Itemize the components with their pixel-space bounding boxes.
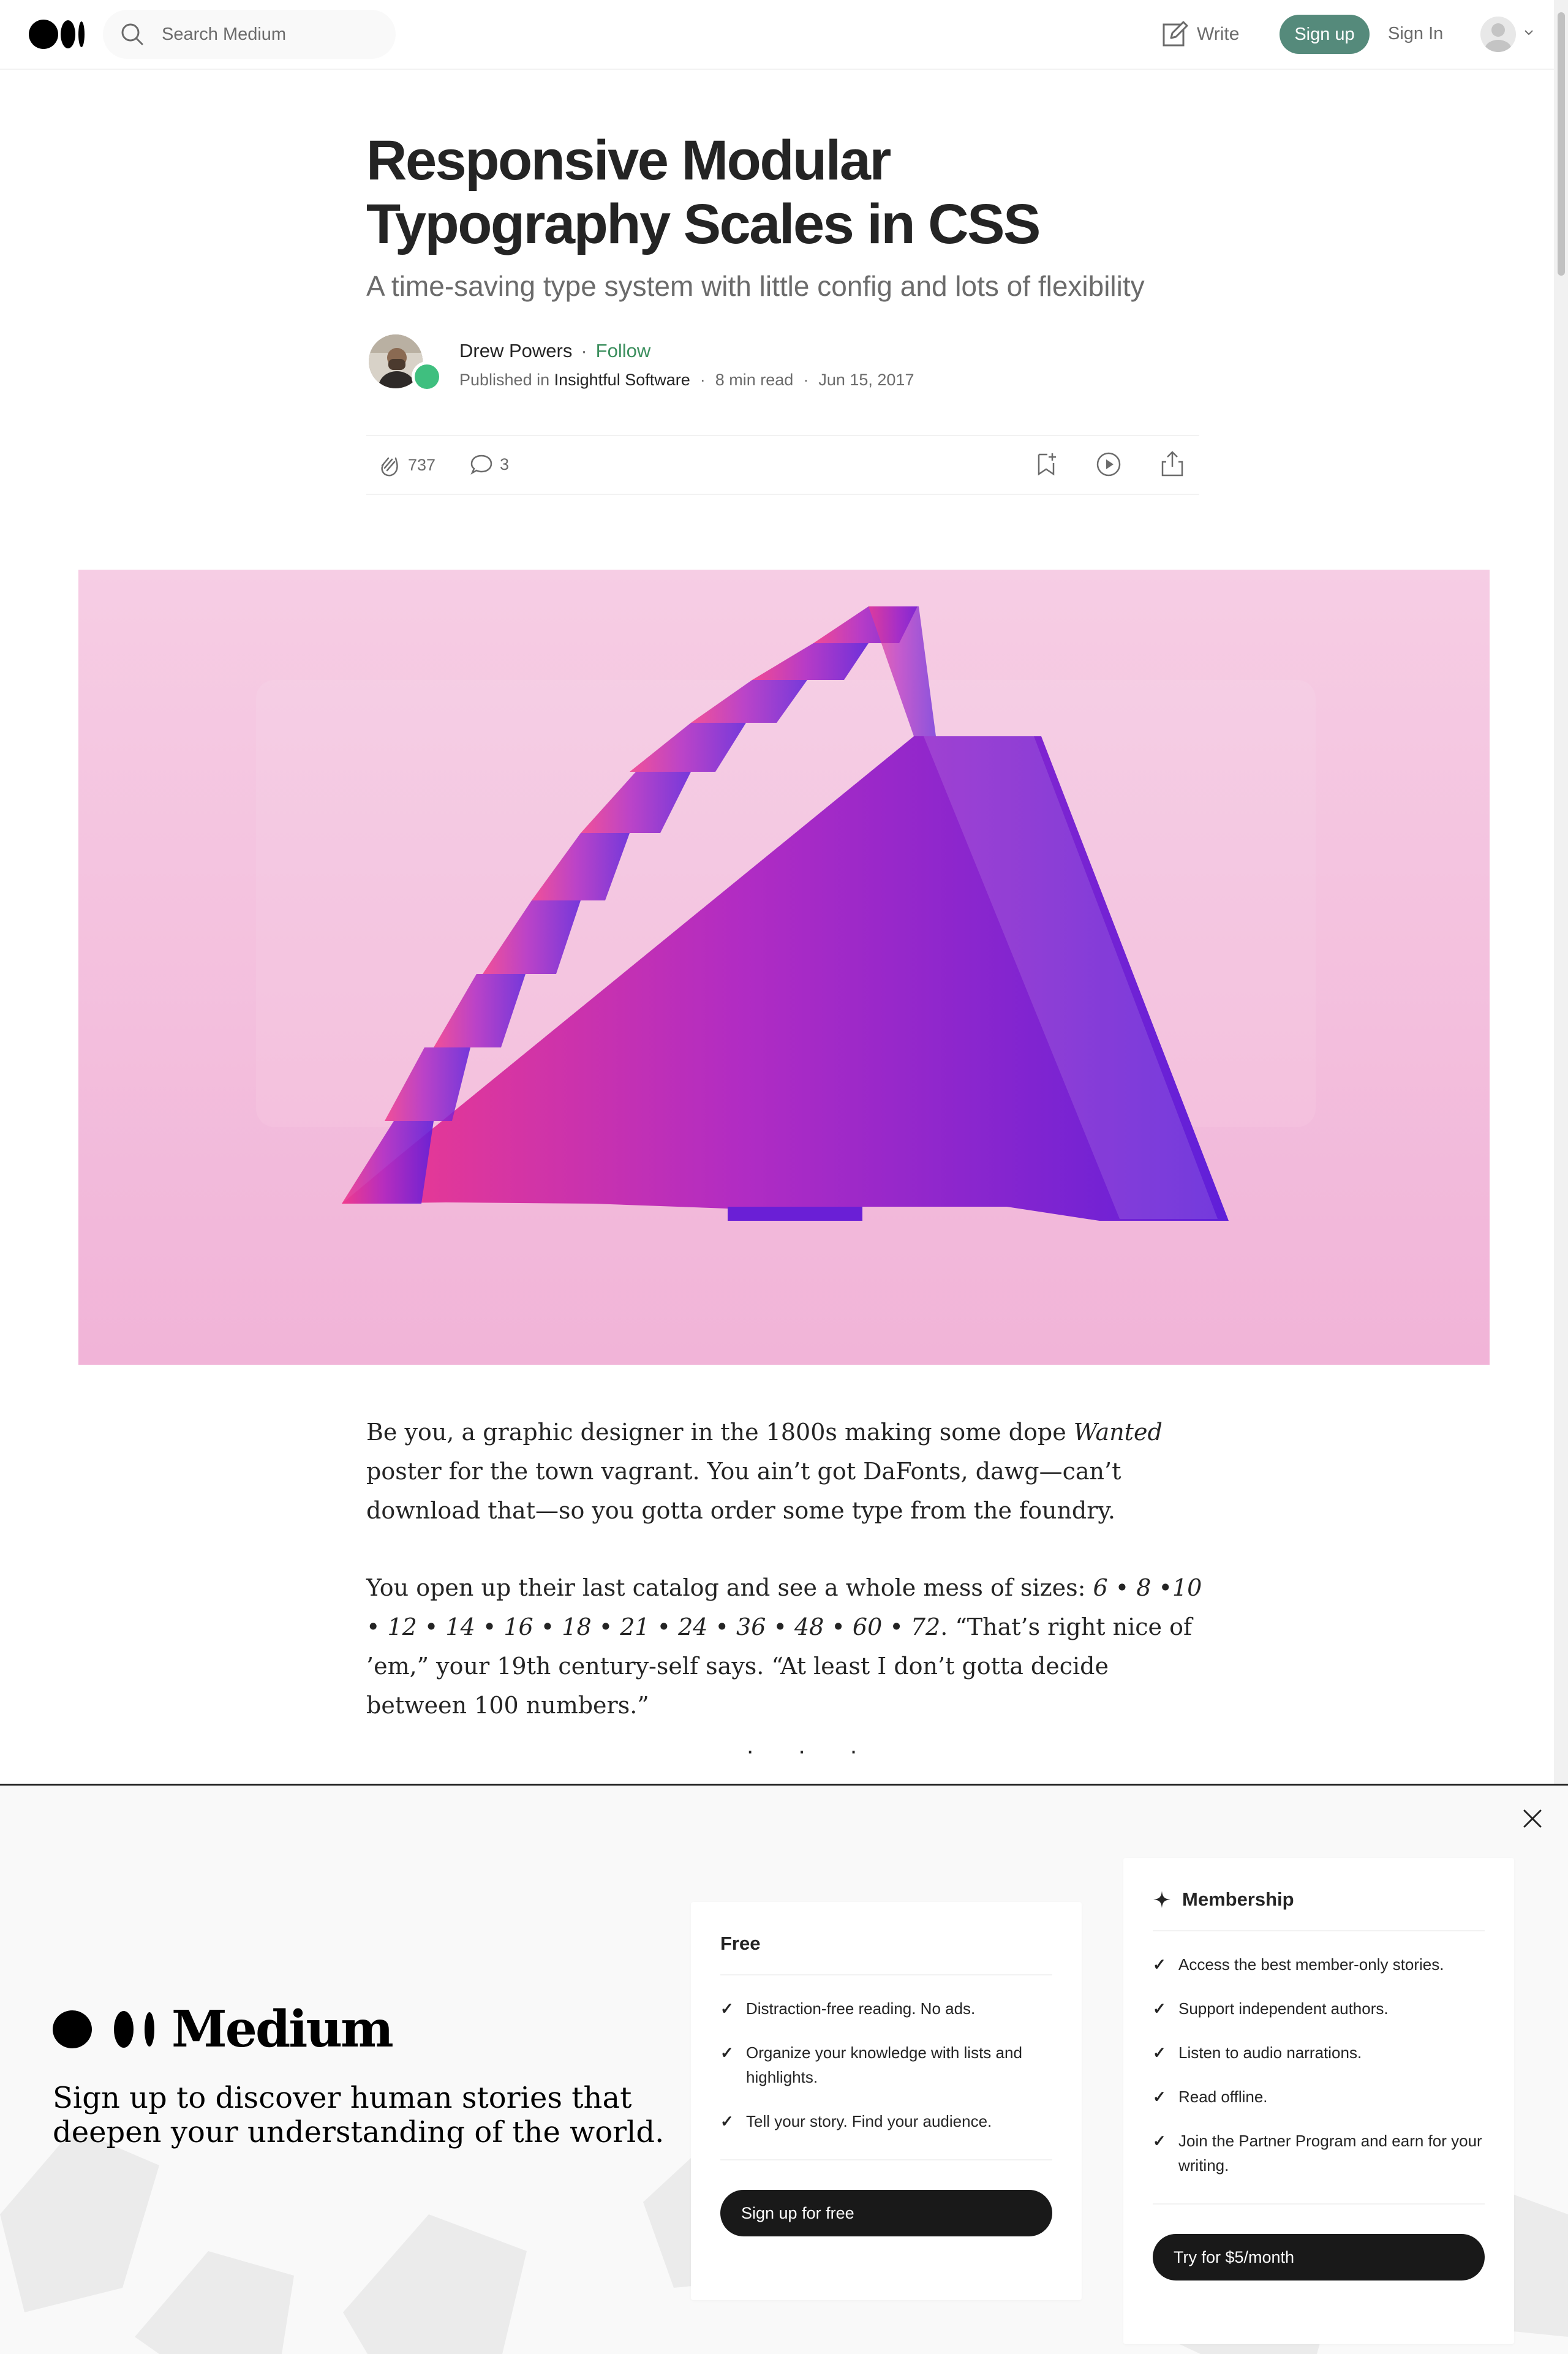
article-action-bar: 737 3 (366, 435, 1199, 495)
responses-button[interactable]: 3 (469, 452, 509, 477)
membership-feature: ✓ Read offline. (1153, 2084, 1485, 2109)
clap-button[interactable]: 737 (376, 452, 435, 478)
try-membership-button[interactable]: Try for $5/month (1153, 2234, 1485, 2280)
membership-feature: ✓ Access the best member-only stories. (1153, 1952, 1485, 1977)
chevron-down-icon[interactable] (1523, 28, 1534, 37)
feature-text: Support independent authors. (1178, 1999, 1389, 2018)
signup-button[interactable]: Sign up (1280, 15, 1370, 54)
membership-plan-title: Membership (1182, 1888, 1294, 1910)
feature-text: Access the best member-only stories. (1178, 1955, 1444, 1974)
check-icon: ✓ (1153, 2043, 1166, 2062)
separator-dot: · (581, 340, 587, 361)
signup-overlay: Medium Sign up to discover human stories… (0, 1784, 1568, 2354)
paragraph-text: You open up their last catalog and see a… (366, 1574, 1093, 1601)
feature-text: Read offline. (1178, 2088, 1268, 2106)
separator-dot: · (803, 371, 809, 389)
publication-logo-icon (415, 364, 439, 389)
paragraph-emphasis: Wanted (1073, 1419, 1163, 1446)
check-icon: ✓ (1153, 2088, 1166, 2106)
scrollbar-thumb[interactable] (1558, 12, 1565, 276)
free-feature: ✓ Tell your story. Find your audience. (720, 2109, 1052, 2133)
free-plan-card: Free ✓ Distraction-free reading. No ads. … (691, 1902, 1082, 2300)
medium-brand: Medium (53, 2000, 394, 2059)
separator-dot: · (699, 371, 706, 389)
clap-count: 737 (408, 455, 436, 474)
close-icon[interactable] (1521, 1807, 1544, 1830)
membership-feature: ✓ Listen to audio narrations. (1153, 2040, 1485, 2065)
article-title: Responsive Modular Typography Scales in … (366, 129, 1041, 255)
check-icon: ✓ (720, 2112, 734, 2130)
author-name[interactable]: Drew Powers (459, 340, 572, 362)
clap-icon (381, 457, 398, 477)
membership-plan-card: Membership ✓ Access the best member-only … (1123, 1858, 1514, 2344)
feature-text: Organize your knowledge with lists and h… (746, 2043, 1022, 2086)
free-plan-title: Free (720, 1933, 761, 1954)
check-icon: ✓ (720, 1999, 734, 2018)
bookmark-add-icon[interactable] (1033, 451, 1060, 478)
feature-text: Join the Partner Program and earn for yo… (1178, 2132, 1482, 2175)
feature-text: Tell your story. Find your audience. (746, 2112, 992, 2130)
check-icon: ✓ (720, 2043, 734, 2062)
free-feature: ✓ Distraction-free reading. No ads. (720, 1996, 1052, 2021)
write-icon (1163, 21, 1188, 47)
divider (720, 1974, 1052, 1975)
divider (1153, 1930, 1485, 1931)
author-line: Drew Powers · Follow (459, 340, 650, 362)
stacked-letter-a-illustration (78, 570, 1490, 1365)
share-icon[interactable] (1159, 450, 1186, 478)
hero-image (78, 570, 1490, 1365)
feature-text: Distraction-free reading. No ads. (746, 1999, 976, 2018)
search-bar[interactable]: Search Medium (103, 10, 396, 59)
user-avatar[interactable] (1480, 17, 1516, 52)
check-icon: ✓ (1153, 2132, 1166, 2150)
signup-free-button[interactable]: Sign up for free (720, 2190, 1052, 2236)
membership-title-row: Membership (1153, 1888, 1294, 1911)
brand-wordmark: Medium (172, 2000, 394, 2059)
search-input[interactable]: Search Medium (162, 25, 286, 45)
publication-badge[interactable] (412, 361, 442, 392)
check-icon: ✓ (1153, 1999, 1166, 2018)
medium-logo-icon[interactable] (29, 19, 85, 50)
paragraph-text: poster for the town vagrant. You ain’t g… (366, 1458, 1121, 1524)
paragraph-text: Be you, a graphic designer in the 1800s … (366, 1419, 1074, 1446)
article-subtitle: A time-saving type system with little co… (366, 270, 1145, 302)
signin-link[interactable]: Sign In (1388, 24, 1443, 44)
membership-feature: ✓ Support independent authors. (1153, 1996, 1485, 2021)
user-silhouette-icon (1485, 23, 1512, 52)
membership-feature: ✓ Join the Partner Program and earn for y… (1153, 2129, 1485, 2178)
divider (720, 2159, 1052, 2160)
write-button[interactable]: Write (1161, 18, 1239, 50)
search-icon (121, 23, 143, 45)
write-label: Write (1197, 24, 1240, 44)
body-paragraph-2: You open up their last catalog and see a… (366, 1568, 1205, 1725)
publish-date: Jun 15, 2017 (818, 371, 914, 389)
sparkle-icon (1153, 1891, 1170, 1908)
publication-link[interactable]: Insightful Software (554, 371, 690, 389)
body-paragraph-1: Be you, a graphic designer in the 1800s … (366, 1413, 1205, 1530)
follow-button[interactable]: Follow (596, 340, 651, 362)
read-time: 8 min read (715, 371, 794, 389)
article-meta: Published in Insightful Software · 8 min… (459, 371, 914, 390)
signup-tagline: Sign up to discover human stories that d… (53, 2081, 665, 2149)
response-count: 3 (500, 455, 510, 473)
published-in-label: Published in (459, 371, 550, 389)
top-navigation-bar: Search Medium Write Sign up Sign In (0, 0, 1554, 70)
listen-play-icon[interactable] (1095, 451, 1122, 478)
section-separator: · · · (746, 1737, 876, 1764)
free-feature: ✓ Organize your knowledge with lists and … (720, 2040, 1052, 2089)
divider (1153, 2203, 1485, 2205)
comment-icon (470, 455, 492, 475)
check-icon: ✓ (1153, 1955, 1166, 1974)
feature-text: Listen to audio narrations. (1178, 2043, 1362, 2062)
medium-logo-icon (53, 2010, 154, 2048)
